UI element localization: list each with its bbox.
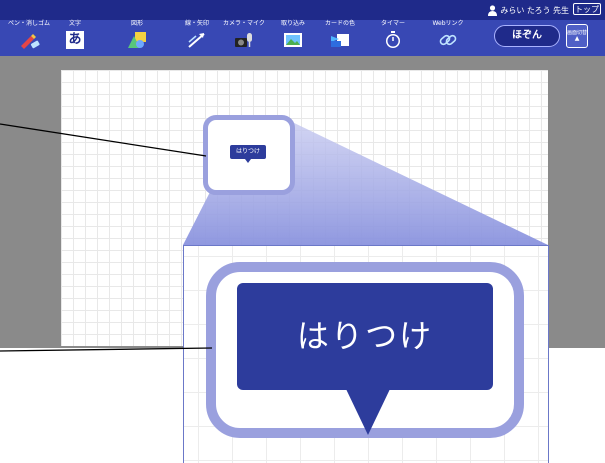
callout-lines bbox=[0, 123, 213, 352]
